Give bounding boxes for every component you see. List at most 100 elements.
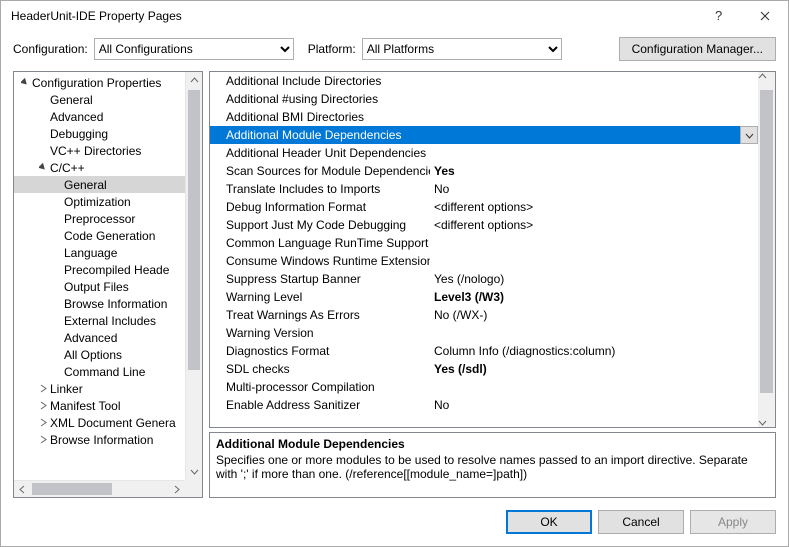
configuration-select[interactable]: All Configurations — [94, 38, 294, 60]
help-button[interactable]: ? — [696, 1, 742, 31]
expand-icon[interactable] — [36, 418, 50, 427]
property-row[interactable]: Multi-processor Compilation — [210, 378, 758, 396]
tree-item-xml-doc-generator[interactable]: XML Document Genera — [14, 414, 202, 431]
right-panel: Additional Include DirectoriesAdditional… — [209, 71, 776, 498]
property-row[interactable]: Suppress Startup BannerYes (/nologo) — [210, 270, 758, 288]
property-name: Additional Module Dependencies — [210, 128, 430, 142]
property-row[interactable]: Scan Sources for Module DependenciesYes — [210, 162, 758, 180]
property-name: Warning Version — [210, 326, 430, 340]
tree-item-linker[interactable]: Linker — [14, 380, 202, 397]
collapse-icon[interactable] — [18, 78, 32, 87]
property-value[interactable]: Yes — [430, 164, 758, 178]
property-value[interactable]: Yes (/sdl) — [430, 362, 758, 376]
config-row: Configuration: All Configurations Platfo… — [1, 31, 788, 71]
property-row[interactable]: Additional Include Directories — [210, 72, 758, 90]
tree-item-vcpp-directories[interactable]: VC++ Directories — [14, 142, 202, 159]
property-name: SDL checks — [210, 362, 430, 376]
property-row[interactable]: Diagnostics FormatColumn Info (/diagnost… — [210, 342, 758, 360]
scroll-up-icon[interactable] — [186, 72, 203, 89]
property-row[interactable]: SDL checksYes (/sdl) — [210, 360, 758, 378]
collapse-icon[interactable] — [36, 163, 50, 172]
tree-item-label: All Options — [64, 348, 122, 362]
tree-horizontal-scrollbar[interactable] — [14, 480, 185, 497]
property-value[interactable]: Level3 (/W3) — [430, 290, 758, 304]
tree-item-cpp-general[interactable]: General — [14, 176, 202, 193]
property-value[interactable]: <different options> — [430, 200, 758, 214]
expand-icon[interactable] — [36, 435, 50, 444]
tree[interactable]: Configuration Properties General Advance… — [14, 72, 202, 497]
property-row[interactable]: Treat Warnings As ErrorsNo (/WX-) — [210, 306, 758, 324]
tree-item-cpp-external-includes[interactable]: External Includes — [14, 312, 202, 329]
property-row[interactable]: Consume Windows Runtime Extension — [210, 252, 758, 270]
dropdown-button[interactable] — [740, 126, 758, 144]
property-row[interactable]: Translate Includes to ImportsNo — [210, 180, 758, 198]
property-row[interactable]: Additional #using Directories — [210, 90, 758, 108]
property-row[interactable]: Additional Module Dependencies — [210, 126, 758, 144]
expand-icon[interactable] — [36, 401, 50, 410]
cancel-button[interactable]: Cancel — [598, 510, 684, 534]
property-row[interactable]: Common Language RunTime Support — [210, 234, 758, 252]
description-title: Additional Module Dependencies — [216, 437, 769, 451]
scrollbar-thumb[interactable] — [760, 90, 773, 393]
ok-button[interactable]: OK — [506, 510, 592, 534]
tree-item-cpp-preprocessor[interactable]: Preprocessor — [14, 210, 202, 227]
property-row[interactable]: Support Just My Code Debugging<different… — [210, 216, 758, 234]
scroll-right-icon[interactable] — [168, 481, 185, 498]
tree-item-cpp-advanced[interactable]: Advanced — [14, 329, 202, 346]
scroll-down-icon[interactable] — [758, 418, 767, 427]
property-value[interactable]: No — [430, 182, 758, 196]
property-row[interactable]: Warning Version — [210, 324, 758, 342]
tree-vertical-scrollbar[interactable] — [185, 72, 202, 480]
tree-item-cpp-code-generation[interactable]: Code Generation — [14, 227, 202, 244]
tree-item-cpp[interactable]: C/C++ — [14, 159, 202, 176]
property-name: Suppress Startup Banner — [210, 272, 430, 286]
property-name: Treat Warnings As Errors — [210, 308, 430, 322]
property-row[interactable]: Additional Header Unit Dependencies — [210, 144, 758, 162]
configuration-manager-button[interactable]: Configuration Manager... — [619, 37, 776, 61]
tree-item-label: VC++ Directories — [50, 144, 141, 158]
scroll-left-icon[interactable] — [14, 481, 31, 498]
question-icon: ? — [714, 9, 724, 23]
tree-item-cpp-browse-information[interactable]: Browse Information — [14, 295, 202, 312]
grid-vertical-scrollbar[interactable] — [758, 72, 775, 427]
platform-select[interactable]: All Platforms — [362, 38, 562, 60]
property-row[interactable]: Additional BMI Directories — [210, 108, 758, 126]
property-value[interactable]: No — [430, 398, 758, 412]
tree-item-cpp-language[interactable]: Language — [14, 244, 202, 261]
tree-root[interactable]: Configuration Properties — [14, 74, 202, 91]
tree-item-cpp-command-line[interactable]: Command Line — [14, 363, 202, 380]
property-value[interactable]: <different options> — [430, 218, 758, 232]
tree-item-label: Browse Information — [50, 433, 153, 447]
scroll-up-icon[interactable] — [758, 72, 775, 81]
property-row[interactable]: Debug Information Format<different optio… — [210, 198, 758, 216]
scroll-down-icon[interactable] — [186, 463, 203, 480]
tree-item-label: External Includes — [64, 314, 156, 328]
tree-item-cpp-precompiled-headers[interactable]: Precompiled Heade — [14, 261, 202, 278]
expand-icon[interactable] — [36, 384, 50, 393]
tree-item-label: General — [50, 93, 93, 107]
tree-item-cpp-optimization[interactable]: Optimization — [14, 193, 202, 210]
scrollbar-thumb[interactable] — [188, 90, 200, 370]
tree-item-cpp-output-files[interactable]: Output Files — [14, 278, 202, 295]
property-row[interactable]: Enable Address SanitizerNo — [210, 396, 758, 414]
dialog-footer: OK Cancel Apply — [1, 502, 788, 546]
property-name: Common Language RunTime Support — [210, 236, 430, 250]
property-name: Additional Header Unit Dependencies — [210, 146, 430, 160]
property-value[interactable]: Yes (/nologo) — [430, 272, 758, 286]
tree-item-debugging[interactable]: Debugging — [14, 125, 202, 142]
apply-button[interactable]: Apply — [690, 510, 776, 534]
close-button[interactable] — [742, 1, 788, 31]
platform-label: Platform: — [308, 42, 356, 56]
property-value[interactable]: Column Info (/diagnostics:column) — [430, 344, 758, 358]
tree-item-label: Precompiled Heade — [64, 263, 169, 277]
tree-item-general[interactable]: General — [14, 91, 202, 108]
tree-item-label: Browse Information — [64, 297, 167, 311]
tree-root-label: Configuration Properties — [32, 76, 161, 90]
tree-item-advanced[interactable]: Advanced — [14, 108, 202, 125]
scrollbar-thumb[interactable] — [32, 483, 112, 495]
tree-item-cpp-all-options[interactable]: All Options — [14, 346, 202, 363]
tree-item-browse-information[interactable]: Browse Information — [14, 431, 202, 448]
property-row[interactable]: Warning LevelLevel3 (/W3) — [210, 288, 758, 306]
tree-item-manifest-tool[interactable]: Manifest Tool — [14, 397, 202, 414]
property-value[interactable]: No (/WX-) — [430, 308, 758, 322]
